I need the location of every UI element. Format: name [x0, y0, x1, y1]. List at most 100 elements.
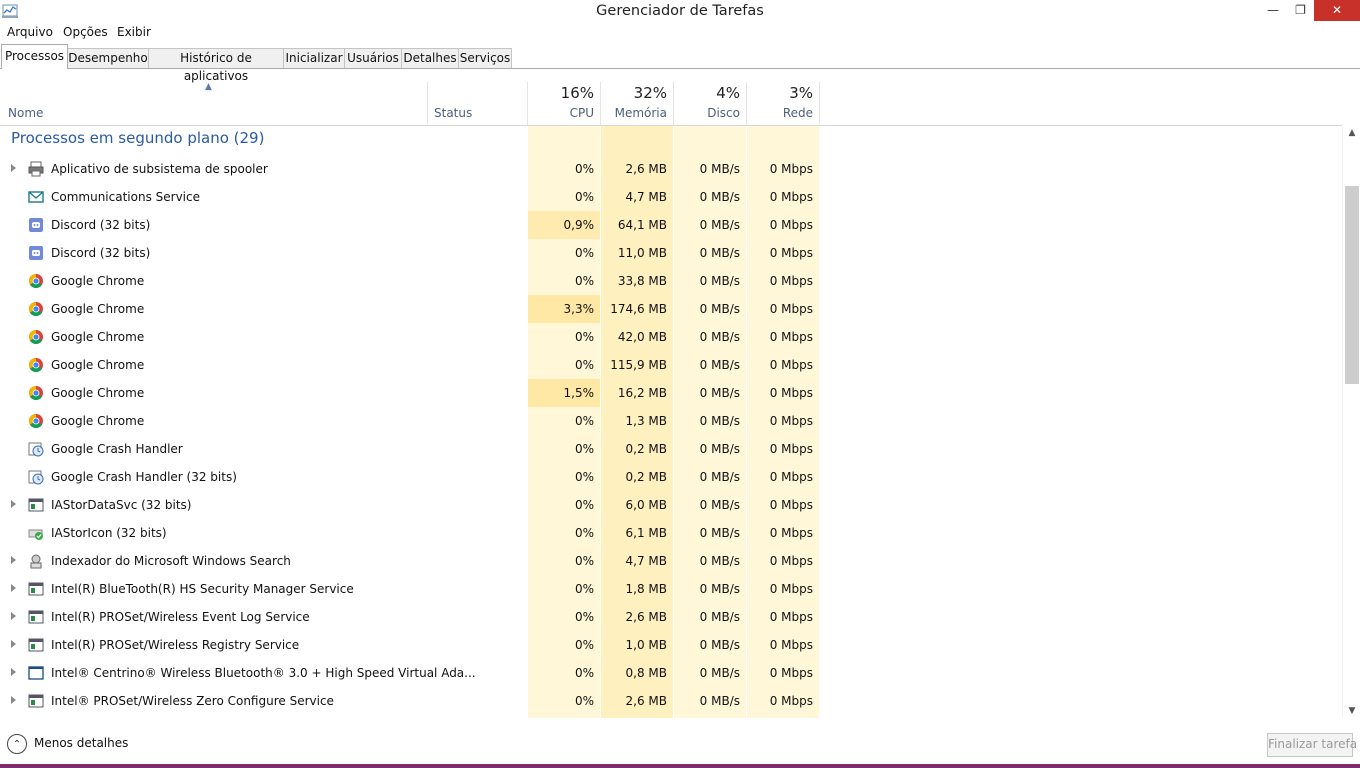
tab-servicos[interactable]: Serviços [458, 48, 512, 68]
expand-arrow-icon[interactable] [11, 612, 16, 620]
menu-exibir[interactable]: Exibir [117, 25, 151, 39]
expand-arrow-icon[interactable] [11, 556, 16, 564]
process-row[interactable]: Discord (32 bits) 0,9% 64,1 MB 0 MB/s 0 Mbps [0, 211, 1342, 239]
process-disk: 0 MB/s [699, 162, 740, 176]
col-cpu[interactable]: CPU [528, 106, 594, 120]
process-row[interactable]: Google Chrome 3,3% 174,6 MB 0 MB/s 0 Mbps [0, 295, 1342, 323]
tab-usuarios[interactable]: Usuários [344, 48, 402, 68]
column-divider[interactable] [427, 82, 428, 125]
process-cpu: 0% [574, 470, 594, 484]
col-status[interactable]: Status [434, 106, 472, 120]
column-divider[interactable] [673, 82, 674, 125]
process-row[interactable]: Intel(R) PROSet/Wireless Registry Servic… [0, 631, 1342, 659]
process-disk: 0 MB/s [699, 638, 740, 652]
process-row[interactable]: IAStorIcon (32 bits) 0% 6,1 MB 0 MB/s 0 Mbps [0, 519, 1342, 547]
discord-icon [28, 217, 44, 233]
vertical-scrollbar[interactable]: ▲ ▼ [1342, 126, 1360, 718]
col-disk-pct[interactable]: 4% [674, 84, 740, 102]
col-net[interactable]: Rede [747, 106, 813, 120]
process-name: Google Chrome [51, 414, 145, 428]
tab-inicializar[interactable]: Inicializar [283, 48, 345, 68]
tab-detalhes[interactable]: Detalhes [401, 48, 459, 68]
scroll-up-icon[interactable]: ▲ [1343, 128, 1360, 138]
menu-opcoes[interactable]: Opções [63, 25, 108, 39]
process-cpu: 0% [574, 442, 594, 456]
col-mem[interactable]: Memória [601, 106, 667, 120]
process-cpu: 3,3% [563, 302, 595, 316]
col-cpu-pct[interactable]: 16% [528, 84, 594, 102]
process-net: 0 Mbps [769, 190, 813, 204]
col-net-pct[interactable]: 3% [747, 84, 813, 102]
process-row[interactable]: Intel® PROSet/Wireless Zero Configure Se… [0, 687, 1342, 715]
footer: ⌃ Menos detalhes Finalizar tarefa [0, 728, 1360, 768]
expand-arrow-icon[interactable] [11, 640, 16, 648]
process-net: 0 Mbps [769, 442, 813, 456]
process-mem: 16,2 MB [617, 386, 667, 400]
process-disk: 0 MB/s [699, 386, 740, 400]
process-name: Discord (32 bits) [51, 246, 151, 260]
column-divider[interactable] [819, 82, 820, 125]
process-row[interactable]: Google Chrome 0% 1,3 MB 0 MB/s 0 Mbps [0, 407, 1342, 435]
process-name: Google Chrome [51, 302, 145, 316]
mail-icon [28, 189, 44, 205]
expand-arrow-icon[interactable] [11, 500, 16, 508]
process-disk: 0 MB/s [699, 358, 740, 372]
process-disk: 0 MB/s [699, 470, 740, 484]
scroll-thumb[interactable] [1345, 186, 1359, 384]
sort-up-icon: ▲ [205, 82, 212, 92]
process-mem: 11,0 MB [617, 246, 667, 260]
process-row[interactable]: IAStorDataSvc (32 bits) 0% 6,0 MB 0 MB/s 0 M… [0, 491, 1342, 519]
process-mem: 0,2 MB [625, 470, 667, 484]
process-row[interactable]: Google Crash Handler (32 bits) 0% 0,2 MB 0 … [0, 463, 1342, 491]
chevron-up-icon: ⌃ [7, 734, 27, 754]
process-name: Intel(R) PROSet/Wireless Event Log Servi… [51, 610, 310, 624]
process-disk: 0 MB/s [699, 246, 740, 260]
tab-historico[interactable]: Histórico de aplicativos [148, 48, 284, 83]
col-name[interactable]: Nome [8, 106, 43, 120]
process-row[interactable]: Discord (32 bits) 0% 11,0 MB 0 MB/s 0 Mbps [0, 239, 1342, 267]
process-row[interactable]: Google Crash Handler 0% 0,2 MB 0 MB/s 0 Mbps [0, 435, 1342, 463]
close-icon[interactable]: ✕ [1314, 0, 1360, 21]
expand-arrow-icon[interactable] [11, 696, 16, 704]
process-cpu: 0% [574, 246, 594, 260]
expand-arrow-icon[interactable] [11, 164, 16, 172]
process-row[interactable]: Google Chrome 0% 115,9 MB 0 MB/s 0 Mbps [0, 351, 1342, 379]
process-mem: 64,1 MB [617, 218, 667, 232]
end-task-button[interactable]: Finalizar tarefa [1267, 733, 1357, 757]
process-disk: 0 MB/s [699, 498, 740, 512]
column-divider[interactable] [600, 82, 601, 125]
printer-icon [28, 161, 44, 177]
restore-icon[interactable]: ❐ [1287, 0, 1314, 21]
process-row[interactable]: Google Chrome 0% 33,8 MB 0 MB/s 0 Mbps [0, 267, 1342, 295]
expand-arrow-icon[interactable] [11, 668, 16, 676]
process-row[interactable]: Intel(R) PROSet/Wireless Event Log Servi… [0, 603, 1342, 631]
minimize-icon[interactable]: — [1259, 0, 1287, 21]
process-net: 0 Mbps [769, 582, 813, 596]
column-divider[interactable] [527, 82, 528, 125]
process-row[interactable]: Intel(R) BlueTooth(R) HS Security Manage… [0, 575, 1342, 603]
process-mem: 4,7 MB [625, 554, 667, 568]
process-row[interactable]: Google Chrome 0% 42,0 MB 0 MB/s 0 Mbps [0, 323, 1342, 351]
process-row[interactable]: Aplicativo de subsistema de spooler 0% 2,6… [0, 155, 1342, 183]
process-mem: 42,0 MB [617, 330, 667, 344]
crash-handler-icon [28, 441, 44, 457]
tab-desempenho[interactable]: Desempenho [67, 48, 149, 68]
scroll-down-icon[interactable]: ▼ [1343, 706, 1360, 716]
process-mem: 4,7 MB [625, 190, 667, 204]
column-divider[interactable] [746, 82, 747, 125]
col-mem-pct[interactable]: 32% [601, 84, 667, 102]
process-disk: 0 MB/s [699, 330, 740, 344]
process-row[interactable]: Communications Service 0% 4,7 MB 0 MB/s 0 Mb… [0, 183, 1342, 211]
process-cpu: 0% [574, 554, 594, 568]
process-disk: 0 MB/s [699, 610, 740, 624]
process-row[interactable]: Indexador do Microsoft Windows Search 0% 4… [0, 547, 1342, 575]
expand-arrow-icon[interactable] [11, 584, 16, 592]
process-net: 0 Mbps [769, 638, 813, 652]
process-row[interactable]: Intel® Centrino® Wireless Bluetooth® 3.0… [0, 659, 1342, 687]
tab-processos[interactable]: Processos [1, 44, 68, 69]
menu-arquivo[interactable]: Arquivo [7, 25, 53, 39]
process-mem: 1,8 MB [625, 582, 667, 596]
col-disk[interactable]: Disco [674, 106, 740, 120]
process-row[interactable]: Google Chrome 1,5% 16,2 MB 0 MB/s 0 Mbps [0, 379, 1342, 407]
process-cpu: 0% [574, 582, 594, 596]
